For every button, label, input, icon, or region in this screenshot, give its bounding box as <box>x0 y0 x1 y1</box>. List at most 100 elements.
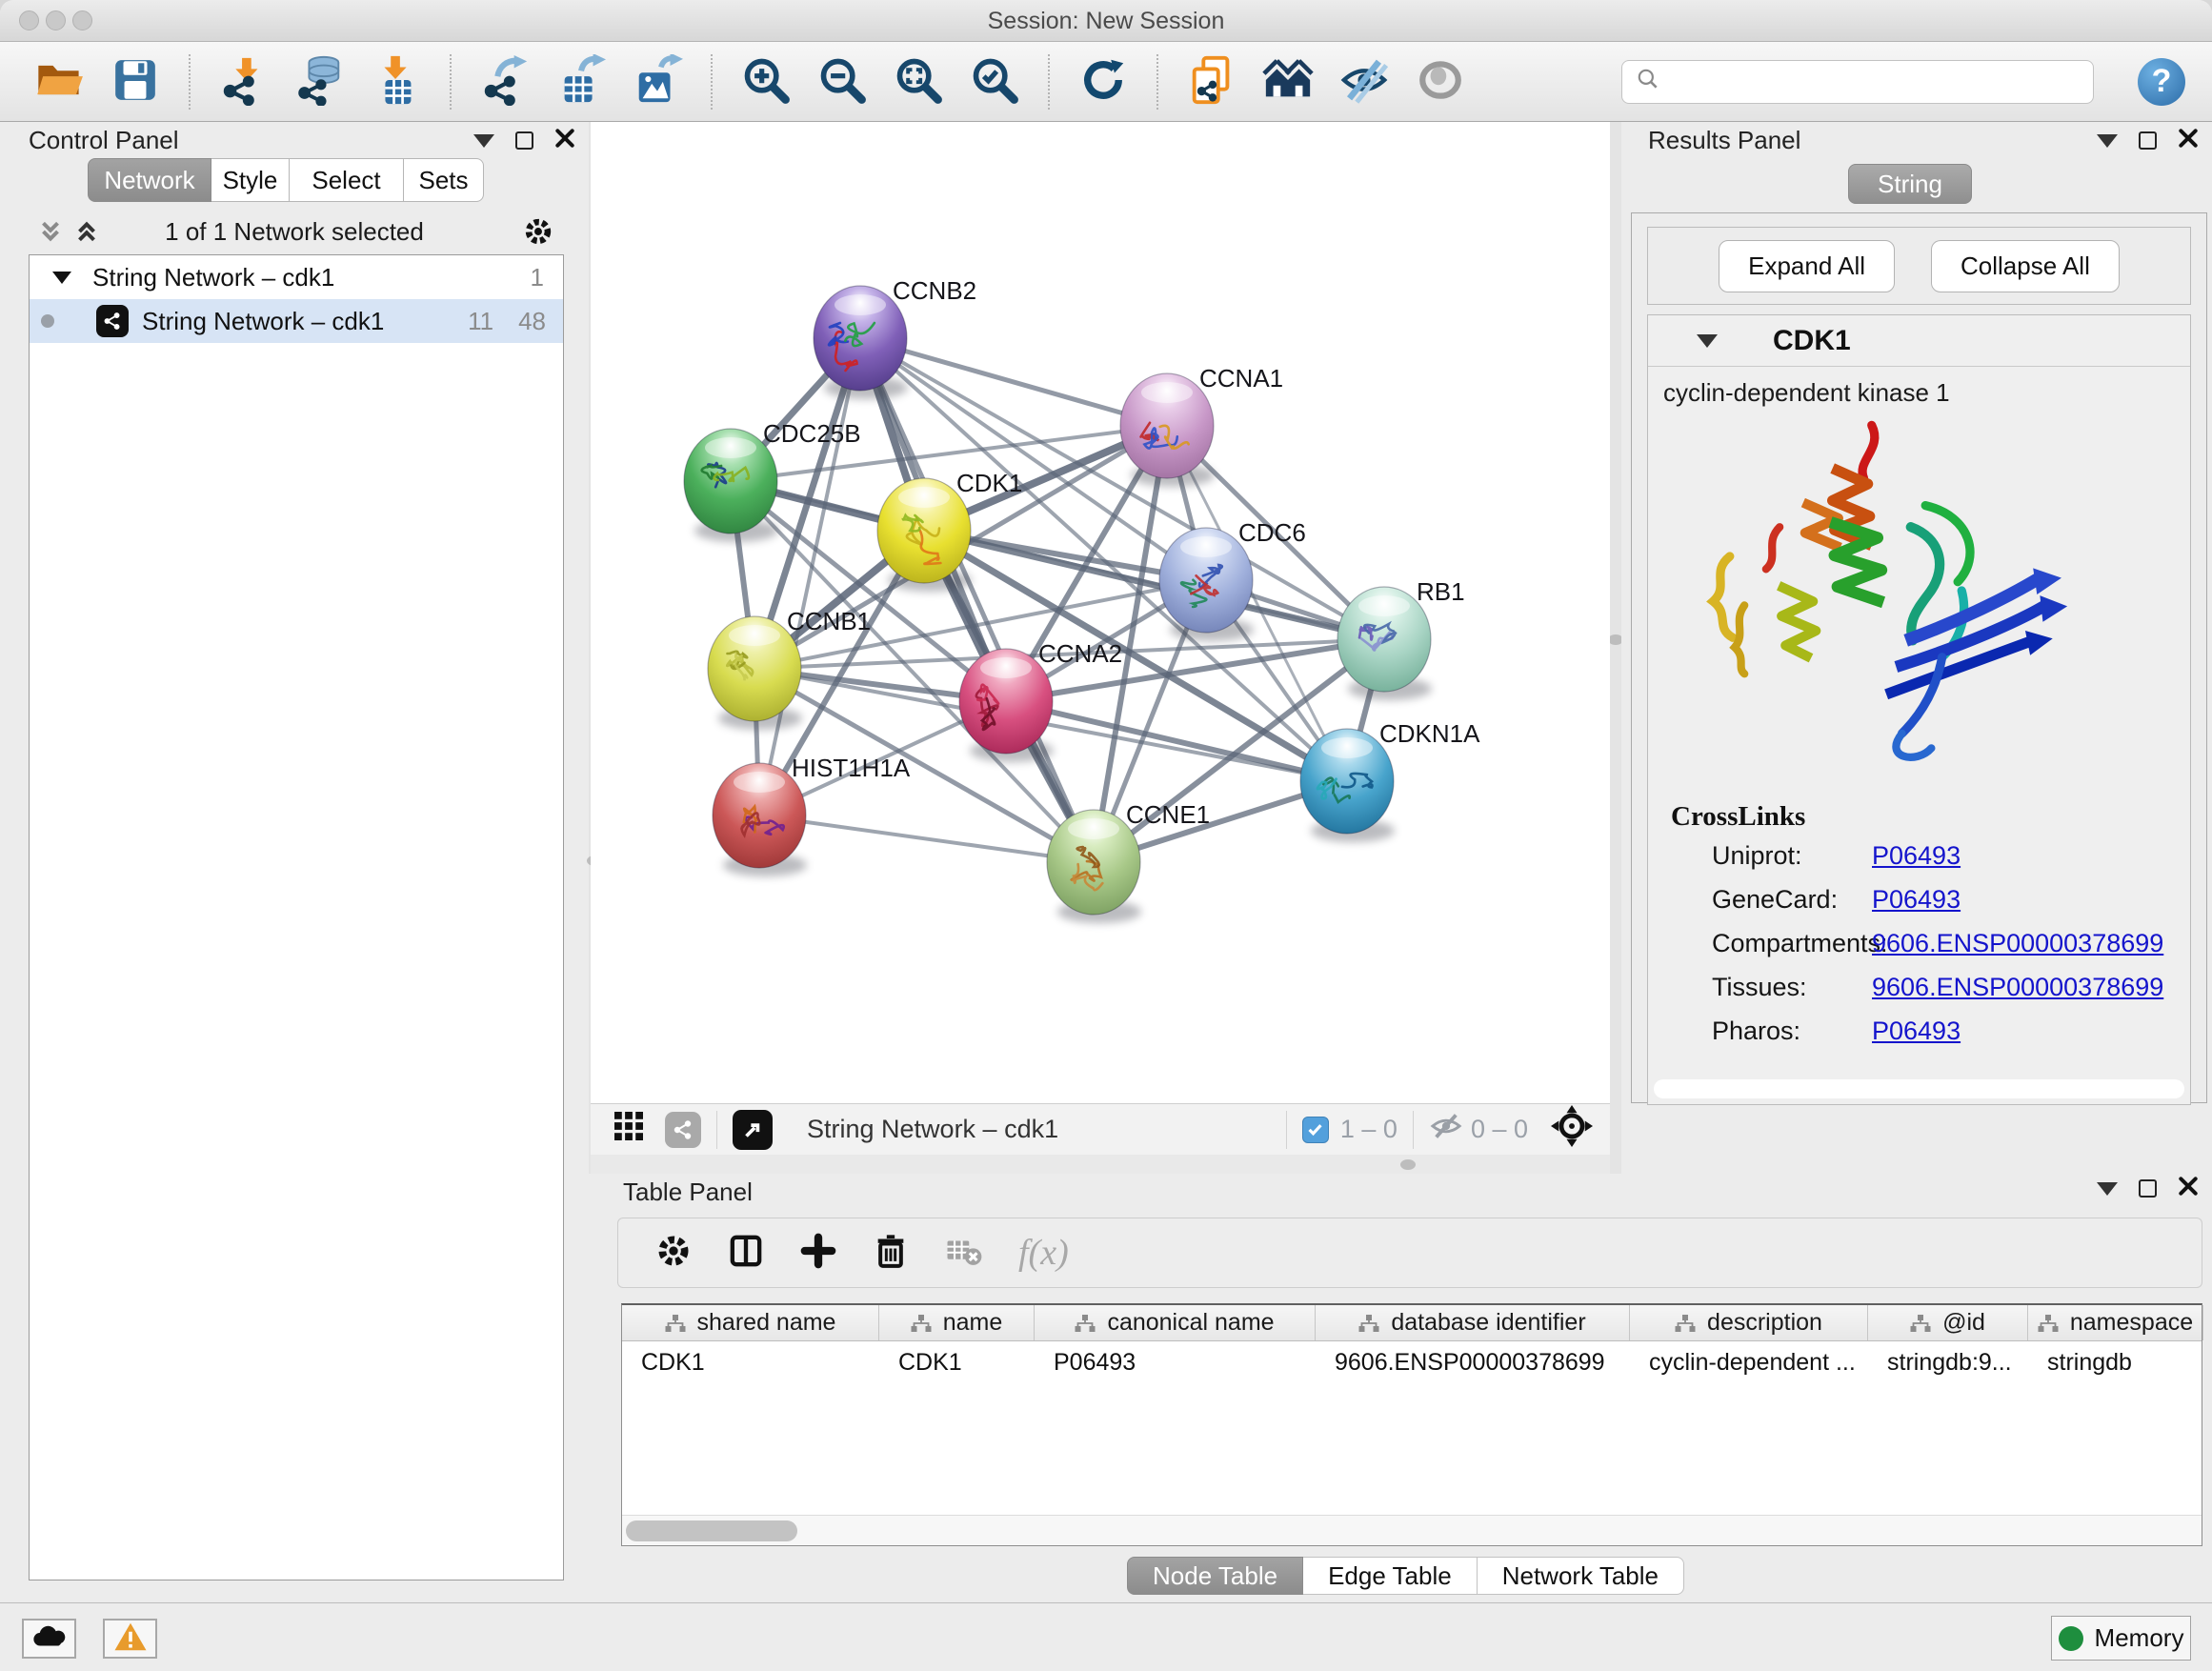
column-header-databaseidentifier[interactable]: database identifier <box>1316 1305 1630 1340</box>
collapse-all-button[interactable]: Collapse All <box>1931 240 2120 292</box>
table-cell[interactable]: cyclin-dependent ... <box>1630 1341 1868 1385</box>
horizontal-splitter[interactable] <box>591 1155 1610 1174</box>
network-canvas[interactable]: CCNB2CCNA1CDC25BCDK1CDC6RB1CCNB1CCNA2CDK… <box>591 122 1610 1103</box>
scrollbar-thumb[interactable] <box>626 1520 797 1541</box>
open-session-button[interactable] <box>32 54 86 110</box>
network-title: String Network – cdk1 <box>807 1115 1058 1144</box>
tab-node-table[interactable]: Node Table <box>1127 1557 1303 1595</box>
selected-checkbox-icon[interactable] <box>1302 1117 1329 1143</box>
close-panel-icon[interactable] <box>2178 1176 2199 1201</box>
home-view-button[interactable] <box>1261 54 1315 110</box>
toolbar-separator <box>1156 54 1158 110</box>
show-columns-icon[interactable] <box>727 1232 765 1275</box>
import-network-database-button[interactable] <box>293 54 347 110</box>
column-header-sharedname[interactable]: shared name <box>622 1305 879 1340</box>
close-panel-icon[interactable] <box>2178 128 2199 153</box>
show-all-button[interactable] <box>1414 54 1467 110</box>
network-type-icon <box>96 305 129 337</box>
warnings-button[interactable] <box>103 1619 157 1659</box>
birdseye-view-icon[interactable] <box>733 1110 773 1150</box>
search-field[interactable] <box>1621 60 2094 104</box>
table-cell[interactable]: stringdb <box>2028 1341 2203 1385</box>
network-options-gear-icon[interactable] <box>522 215 554 252</box>
close-panel-icon[interactable] <box>554 128 575 153</box>
column-header-canonicalname[interactable]: canonical name <box>1035 1305 1316 1340</box>
fit-content-crosshair-icon[interactable] <box>1551 1105 1593 1154</box>
table-cell[interactable]: 9606.ENSP00000378699 <box>1316 1341 1630 1385</box>
clone-network-button[interactable] <box>1185 54 1238 110</box>
section-scrollbar[interactable] <box>1654 1079 2184 1098</box>
panel-menu-icon[interactable] <box>2097 1182 2118 1196</box>
table-cell[interactable]: stringdb:9... <box>1868 1341 2028 1385</box>
crosslink-label: GeneCard: <box>1712 885 1838 914</box>
export-network-button[interactable] <box>478 54 532 110</box>
network-collection-row[interactable]: String Network – cdk1 1 <box>30 255 563 299</box>
protein-section-header[interactable]: CDK1 <box>1648 315 2190 367</box>
table-header-row: shared namenamecanonical namedatabase id… <box>622 1305 2202 1341</box>
save-session-button[interactable] <box>109 54 162 110</box>
refresh-view-button[interactable] <box>1076 54 1130 110</box>
panel-menu-icon[interactable] <box>473 134 494 148</box>
network-edge-CCNB2-CCNE1[interactable] <box>860 338 1094 862</box>
table-h-scrollbar[interactable] <box>622 1515 2202 1545</box>
tab-network-table[interactable]: Network Table <box>1478 1557 1684 1595</box>
crosslink-link[interactable]: 9606.ENSP00000378699 <box>1872 973 2163 1001</box>
crosslink-link[interactable]: 9606.ENSP00000378699 <box>1872 929 2163 957</box>
grid-view-icon[interactable] <box>612 1109 646 1150</box>
zoom-in-button[interactable] <box>739 54 793 110</box>
import-table-button[interactable] <box>370 54 423 110</box>
collection-expander-icon[interactable] <box>52 272 71 284</box>
zoom-fit-button[interactable] <box>892 54 945 110</box>
tab-select[interactable]: Select <box>290 158 404 202</box>
crosslink-link[interactable]: P06493 <box>1872 1017 1961 1045</box>
table-cell[interactable]: CDK1 <box>879 1341 1035 1385</box>
expand-all-button[interactable]: Expand All <box>1719 240 1895 292</box>
delete-table-icon <box>944 1231 984 1276</box>
import-network-file-button[interactable] <box>217 54 271 110</box>
zoom-selected-button[interactable] <box>968 54 1021 110</box>
export-table-button[interactable] <box>554 54 608 110</box>
zoom-out-button[interactable] <box>815 54 869 110</box>
zoom-in-icon <box>741 55 791 108</box>
column-header-namespace[interactable]: namespace <box>2028 1305 2203 1340</box>
network-edge-HIST1H1A-CCNE1[interactable] <box>759 815 1094 862</box>
crosslinks-title: CrossLinks <box>1671 801 1805 833</box>
search-input[interactable] <box>1670 68 2080 96</box>
network-edge-CCNA2-CDKN1A[interactable] <box>1006 701 1347 781</box>
table-panel: Table Panel f(x) shared namenamecanonica… <box>591 1174 2212 1602</box>
tab-style[interactable]: Style <box>211 158 290 202</box>
tab-string[interactable]: String <box>1848 164 1972 204</box>
column-header-id[interactable]: @id <box>1868 1305 2028 1340</box>
network-edge-CCNB2-HIST1H1A[interactable] <box>759 338 860 815</box>
right-splitter[interactable] <box>1610 122 1621 1174</box>
panel-menu-icon[interactable] <box>2097 134 2118 148</box>
crosslink-link[interactable]: P06493 <box>1872 841 1961 870</box>
column-header-description[interactable]: description <box>1630 1305 1868 1340</box>
network-share-icon[interactable] <box>665 1112 701 1148</box>
crosslink-link[interactable]: P06493 <box>1872 885 1961 914</box>
node-label-CDC25B: CDC25B <box>763 419 861 448</box>
table-cell[interactable]: P06493 <box>1035 1341 1316 1385</box>
tab-sets[interactable]: Sets <box>404 158 484 202</box>
network-row-selected[interactable]: String Network – cdk1 11 48 <box>30 299 563 343</box>
export-image-button[interactable] <box>631 54 684 110</box>
float-panel-icon[interactable] <box>515 131 533 150</box>
import-table-icon <box>371 54 422 109</box>
delete-column-trash-icon[interactable] <box>872 1232 910 1275</box>
table-cell[interactable]: CDK1 <box>622 1341 879 1385</box>
collapse-section-icon[interactable] <box>1697 334 1718 348</box>
table-row[interactable]: CDK1CDK1P064939606.ENSP00000378699cyclin… <box>622 1341 2202 1385</box>
float-panel-icon[interactable] <box>2139 1179 2157 1198</box>
hidden-eye-slash-icon[interactable] <box>1429 1109 1463 1150</box>
add-column-icon[interactable] <box>799 1232 837 1275</box>
help-button[interactable]: ? <box>2138 58 2185 106</box>
search-icon <box>1636 67 1660 96</box>
float-panel-icon[interactable] <box>2139 131 2157 150</box>
cloud-button[interactable] <box>22 1619 76 1659</box>
tab-network[interactable]: Network <box>88 158 211 202</box>
memory-button[interactable]: Memory <box>2051 1616 2191 1661</box>
hide-selected-button[interactable] <box>1337 54 1391 110</box>
column-header-name[interactable]: name <box>879 1305 1035 1340</box>
tab-edge-table[interactable]: Edge Table <box>1303 1557 1478 1595</box>
table-options-gear-icon[interactable] <box>654 1232 693 1275</box>
